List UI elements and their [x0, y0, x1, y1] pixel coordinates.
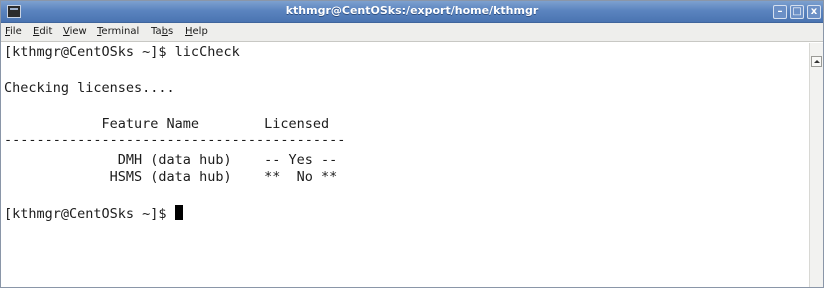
terminal-line-dmh: DMH (data hub) -- Yes --	[4, 152, 338, 168]
menu-tabs[interactable]: Tabs	[151, 26, 173, 37]
terminal-line-command: [kthmgr@CentOSks ~]$ licCheck	[4, 44, 240, 60]
menu-terminal[interactable]: Terminal	[97, 26, 139, 37]
terminal-line-separator: ----------------------------------------…	[4, 132, 346, 148]
vertical-scrollbar[interactable]	[809, 43, 823, 287]
terminal-line-hsms: HSMS (data hub) ** No **	[4, 169, 338, 185]
maximize-icon[interactable]: □	[790, 5, 804, 19]
menu-help[interactable]: Help	[185, 26, 208, 37]
menu-edit[interactable]: Edit	[33, 26, 52, 37]
menu-file[interactable]: File	[5, 26, 22, 37]
menu-view[interactable]: View	[63, 26, 87, 37]
close-icon[interactable]: x	[807, 5, 821, 19]
terminal-line-checking: Checking licenses....	[4, 80, 175, 96]
terminal-output[interactable]: [kthmgr@CentOSks ~]$ licCheck Checking l…	[1, 43, 809, 287]
minimize-icon[interactable]: –	[773, 5, 787, 19]
window-controls: – □ x	[773, 5, 821, 19]
terminal-window: kthmgr@CentOSks:/export/home/kthmgr – □ …	[0, 0, 824, 288]
window-title: kthmgr@CentOSks:/export/home/kthmgr	[285, 4, 539, 17]
menu-bar: File Edit View Terminal Tabs Help	[1, 23, 823, 42]
scroll-up-arrow-icon[interactable]	[811, 56, 822, 67]
terminal-line-prompt: [kthmgr@CentOSks ~]$	[4, 205, 183, 223]
title-bar[interactable]: kthmgr@CentOSks:/export/home/kthmgr – □ …	[1, 1, 823, 23]
terminal-cursor	[174, 205, 183, 220]
prompt-text: [kthmgr@CentOSks ~]$	[4, 206, 175, 222]
